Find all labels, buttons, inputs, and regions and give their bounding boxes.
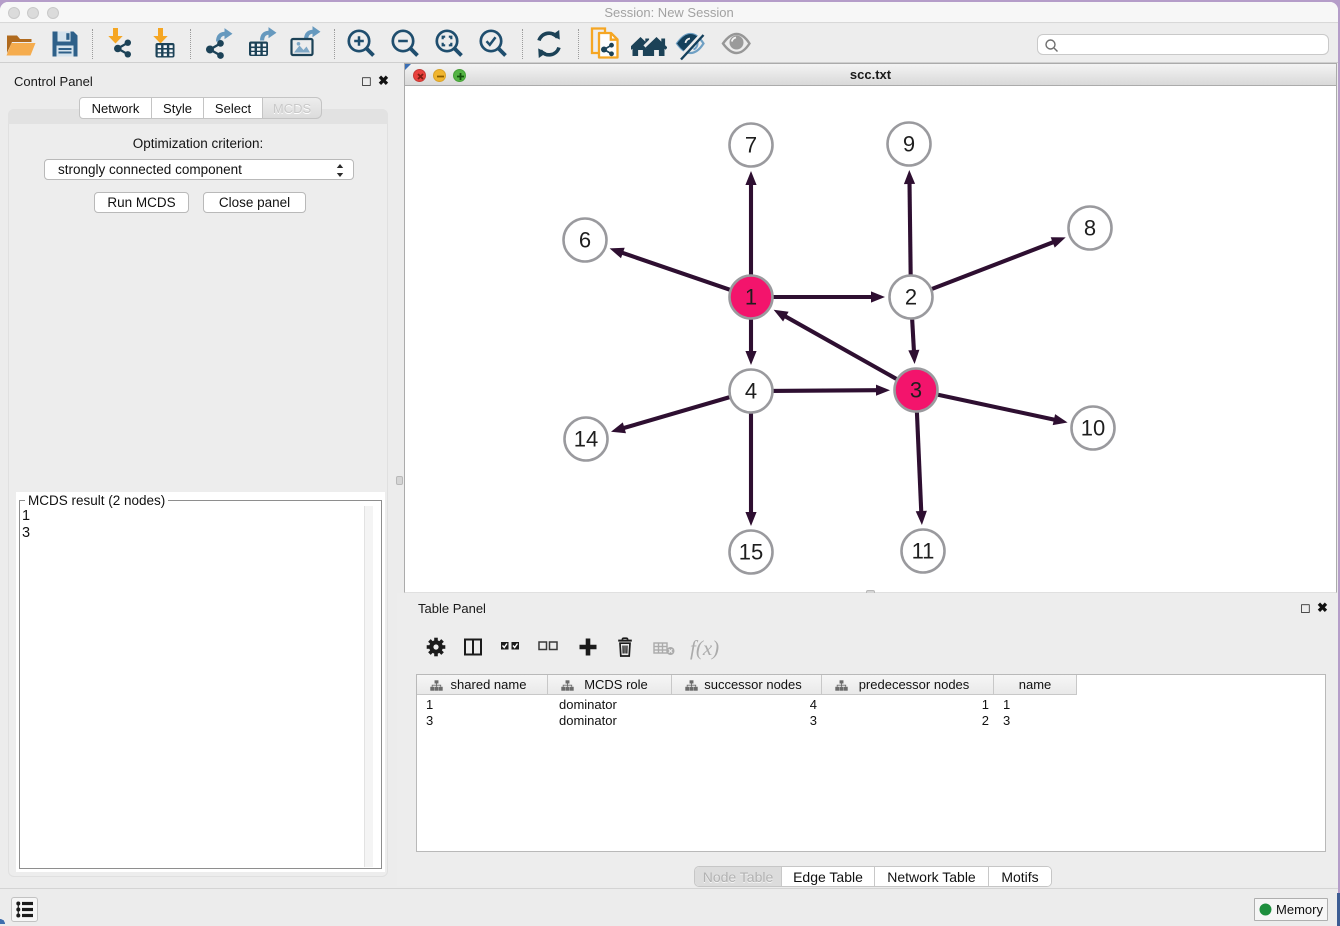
svg-text:10: 10 [1081,416,1105,441]
svg-text:4: 4 [745,379,757,404]
svg-text:8: 8 [1084,216,1096,241]
svg-text:15: 15 [739,540,763,565]
svg-text:6: 6 [579,228,591,253]
svg-text:7: 7 [745,133,757,158]
svg-text:9: 9 [903,132,915,157]
svg-text:2: 2 [905,285,917,310]
svg-text:14: 14 [574,427,598,452]
svg-text:1: 1 [745,285,757,310]
svg-text:3: 3 [910,378,922,403]
svg-text:11: 11 [912,539,935,564]
